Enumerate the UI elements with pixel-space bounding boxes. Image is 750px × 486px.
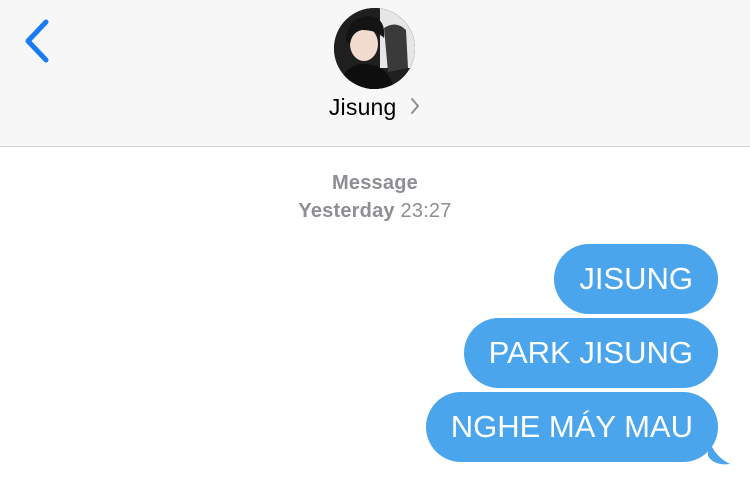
message-bubble[interactable]: PARK JISUNG bbox=[463, 318, 718, 388]
message-timestamp: Yesterday 23:27 bbox=[0, 200, 750, 223]
contact-name-button[interactable]: Jisung bbox=[0, 94, 750, 122]
nav-header: Jisung bbox=[0, 0, 750, 147]
back-button[interactable] bbox=[18, 14, 62, 68]
contact-name: Jisung bbox=[328, 94, 397, 120]
chevron-left-icon bbox=[25, 19, 49, 63]
message-bubble[interactable]: JISUNG bbox=[554, 244, 718, 314]
bubble-tail bbox=[708, 432, 730, 465]
timestamp-day: Yesterday bbox=[298, 200, 395, 222]
avatar-image bbox=[334, 8, 415, 89]
chevron-right-icon bbox=[409, 95, 421, 122]
timestamp-time: 23:27 bbox=[400, 200, 452, 222]
contact-avatar[interactable] bbox=[334, 8, 415, 89]
message-bubble[interactable]: NGHE MÁY MAU bbox=[425, 392, 718, 462]
service-label: Message bbox=[332, 172, 418, 194]
